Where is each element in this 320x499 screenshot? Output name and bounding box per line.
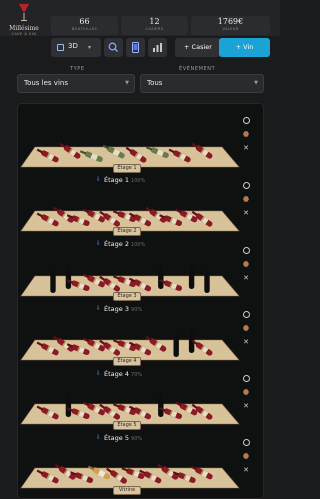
app-header: Millésime CAVE À VIN 66 BOUTEILLES 12 CA… xyxy=(0,0,280,36)
level-tag-5: Étage 5 90% xyxy=(104,434,142,442)
level-tag-name: Étage 5 xyxy=(104,434,129,442)
add-vin-button[interactable]: + Vin xyxy=(219,38,270,57)
empty-slot[interactable] xyxy=(173,333,179,357)
shelf-view-button[interactable] xyxy=(241,373,251,383)
empty-slot[interactable] xyxy=(188,265,195,289)
toolbar: 3D ▾ + Casier + Vin xyxy=(0,37,280,58)
shelf-label-5: Étage 5 xyxy=(113,421,141,430)
empty-slot[interactable] xyxy=(50,269,56,293)
shelf-view-button[interactable] xyxy=(241,115,251,125)
shelf-view-button[interactable] xyxy=(241,180,251,190)
type-filter-value: Tous les vins xyxy=(24,79,68,87)
brand-name: Millésime xyxy=(9,25,39,32)
close-icon[interactable]: ✕ xyxy=(241,465,251,475)
shelf-style-button[interactable] xyxy=(241,323,251,333)
level-tag-pct: 90% xyxy=(131,307,143,313)
stats-button[interactable] xyxy=(148,38,167,57)
empty-slot[interactable] xyxy=(204,269,210,293)
close-icon[interactable]: ✕ xyxy=(241,208,251,218)
shelf-label-2: Étage 2 xyxy=(113,227,141,236)
phone-icon xyxy=(132,42,139,53)
level-tag-pct: 100% xyxy=(131,178,146,184)
type-filter-select[interactable]: Tous les vins ▼ xyxy=(17,74,135,93)
empty-slot[interactable] xyxy=(65,393,72,417)
empty-slot[interactable] xyxy=(158,265,164,289)
shelf-view-button[interactable] xyxy=(241,245,251,255)
chart-icon xyxy=(153,43,162,52)
level-icon: ⇩ xyxy=(96,434,102,441)
shelf-view-button[interactable] xyxy=(241,437,251,447)
level-icon: ⇩ xyxy=(96,305,102,312)
level-tag-name: Étage 4 xyxy=(104,370,129,378)
shelf-label-1: Étage 1 xyxy=(113,164,141,173)
event-filter-label: ÉVÉNEMENT xyxy=(179,66,216,72)
stat-casiers: 12 CASIERS xyxy=(121,16,188,35)
cube-icon xyxy=(57,44,64,51)
stat-value-amount: 1769€ xyxy=(217,17,244,26)
app-logo[interactable]: Millésime CAVE À VIN xyxy=(4,2,44,36)
level-tag-3: Étage 3 90% xyxy=(104,305,142,313)
stat-casiers-label: CASIERS xyxy=(145,27,164,31)
level-tag-name: Étage 3 xyxy=(104,305,129,313)
shelf-view-button[interactable] xyxy=(241,309,251,319)
shelf-style-button[interactable] xyxy=(241,194,251,204)
level-icon: ⇩ xyxy=(96,176,102,183)
empty-slot[interactable] xyxy=(158,393,164,417)
stat-bottles-value: 66 xyxy=(79,17,90,26)
close-icon[interactable]: ✕ xyxy=(241,337,251,347)
empty-slot[interactable] xyxy=(65,265,72,289)
level-tag-4: Étage 4 70% xyxy=(104,370,142,378)
level-tag-name: Étage 2 xyxy=(104,240,129,248)
level-tag-name: Étage 1 xyxy=(104,176,129,184)
level-tag-1: Étage 1 100% xyxy=(104,176,145,184)
add-casier-label: + Casier xyxy=(184,43,212,51)
search-button[interactable] xyxy=(104,38,123,57)
close-icon[interactable]: ✕ xyxy=(241,143,251,153)
view-mode-label: 3D xyxy=(68,42,78,50)
add-vin-label: + Vin xyxy=(235,43,254,51)
level-tag-2: Étage 2 100% xyxy=(104,240,145,248)
shelf-label-6: Vitrine xyxy=(113,486,141,495)
shelf-label-3: Étage 3 xyxy=(113,292,141,301)
chevron-down-icon: ▼ xyxy=(254,80,258,86)
level-icon: ⇩ xyxy=(96,370,102,377)
shelf-label-4: Étage 4 xyxy=(113,357,141,366)
shelf-style-button[interactable] xyxy=(241,387,251,397)
chevron-down-icon: ▾ xyxy=(88,44,92,51)
chevron-down-icon: ▼ xyxy=(125,80,129,86)
event-filter-select[interactable]: Tous ▼ xyxy=(140,74,264,93)
type-filter-label: TYPE xyxy=(70,66,85,72)
shelf-style-button[interactable] xyxy=(241,259,251,269)
stat-bottles-label: BOUTEILLES xyxy=(71,27,98,31)
stat-bottles: 66 BOUTEILLES xyxy=(51,16,118,35)
brand-tagline: CAVE À VIN xyxy=(11,32,37,36)
stat-casiers-value: 12 xyxy=(149,17,160,26)
view-mode-select[interactable]: 3D ▾ xyxy=(51,38,101,57)
level-tag-pct: 70% xyxy=(131,372,143,378)
stat-value-label: VALEUR xyxy=(222,27,239,31)
wine-glass-icon xyxy=(19,4,29,21)
level-tag-pct: 90% xyxy=(131,436,143,442)
shelf-style-button[interactable] xyxy=(241,129,251,139)
event-filter-value: Tous xyxy=(147,79,163,87)
level-tag-pct: 100% xyxy=(131,242,146,248)
close-icon[interactable]: ✕ xyxy=(241,273,251,283)
level-icon: ⇩ xyxy=(96,240,102,247)
add-casier-button[interactable]: + Casier xyxy=(175,38,221,57)
search-icon xyxy=(108,42,118,52)
stat-value: 1769€ VALEUR xyxy=(191,16,270,35)
mobile-view-button[interactable] xyxy=(126,38,145,57)
close-icon[interactable]: ✕ xyxy=(241,401,251,411)
shelf-style-button[interactable] xyxy=(241,451,251,461)
